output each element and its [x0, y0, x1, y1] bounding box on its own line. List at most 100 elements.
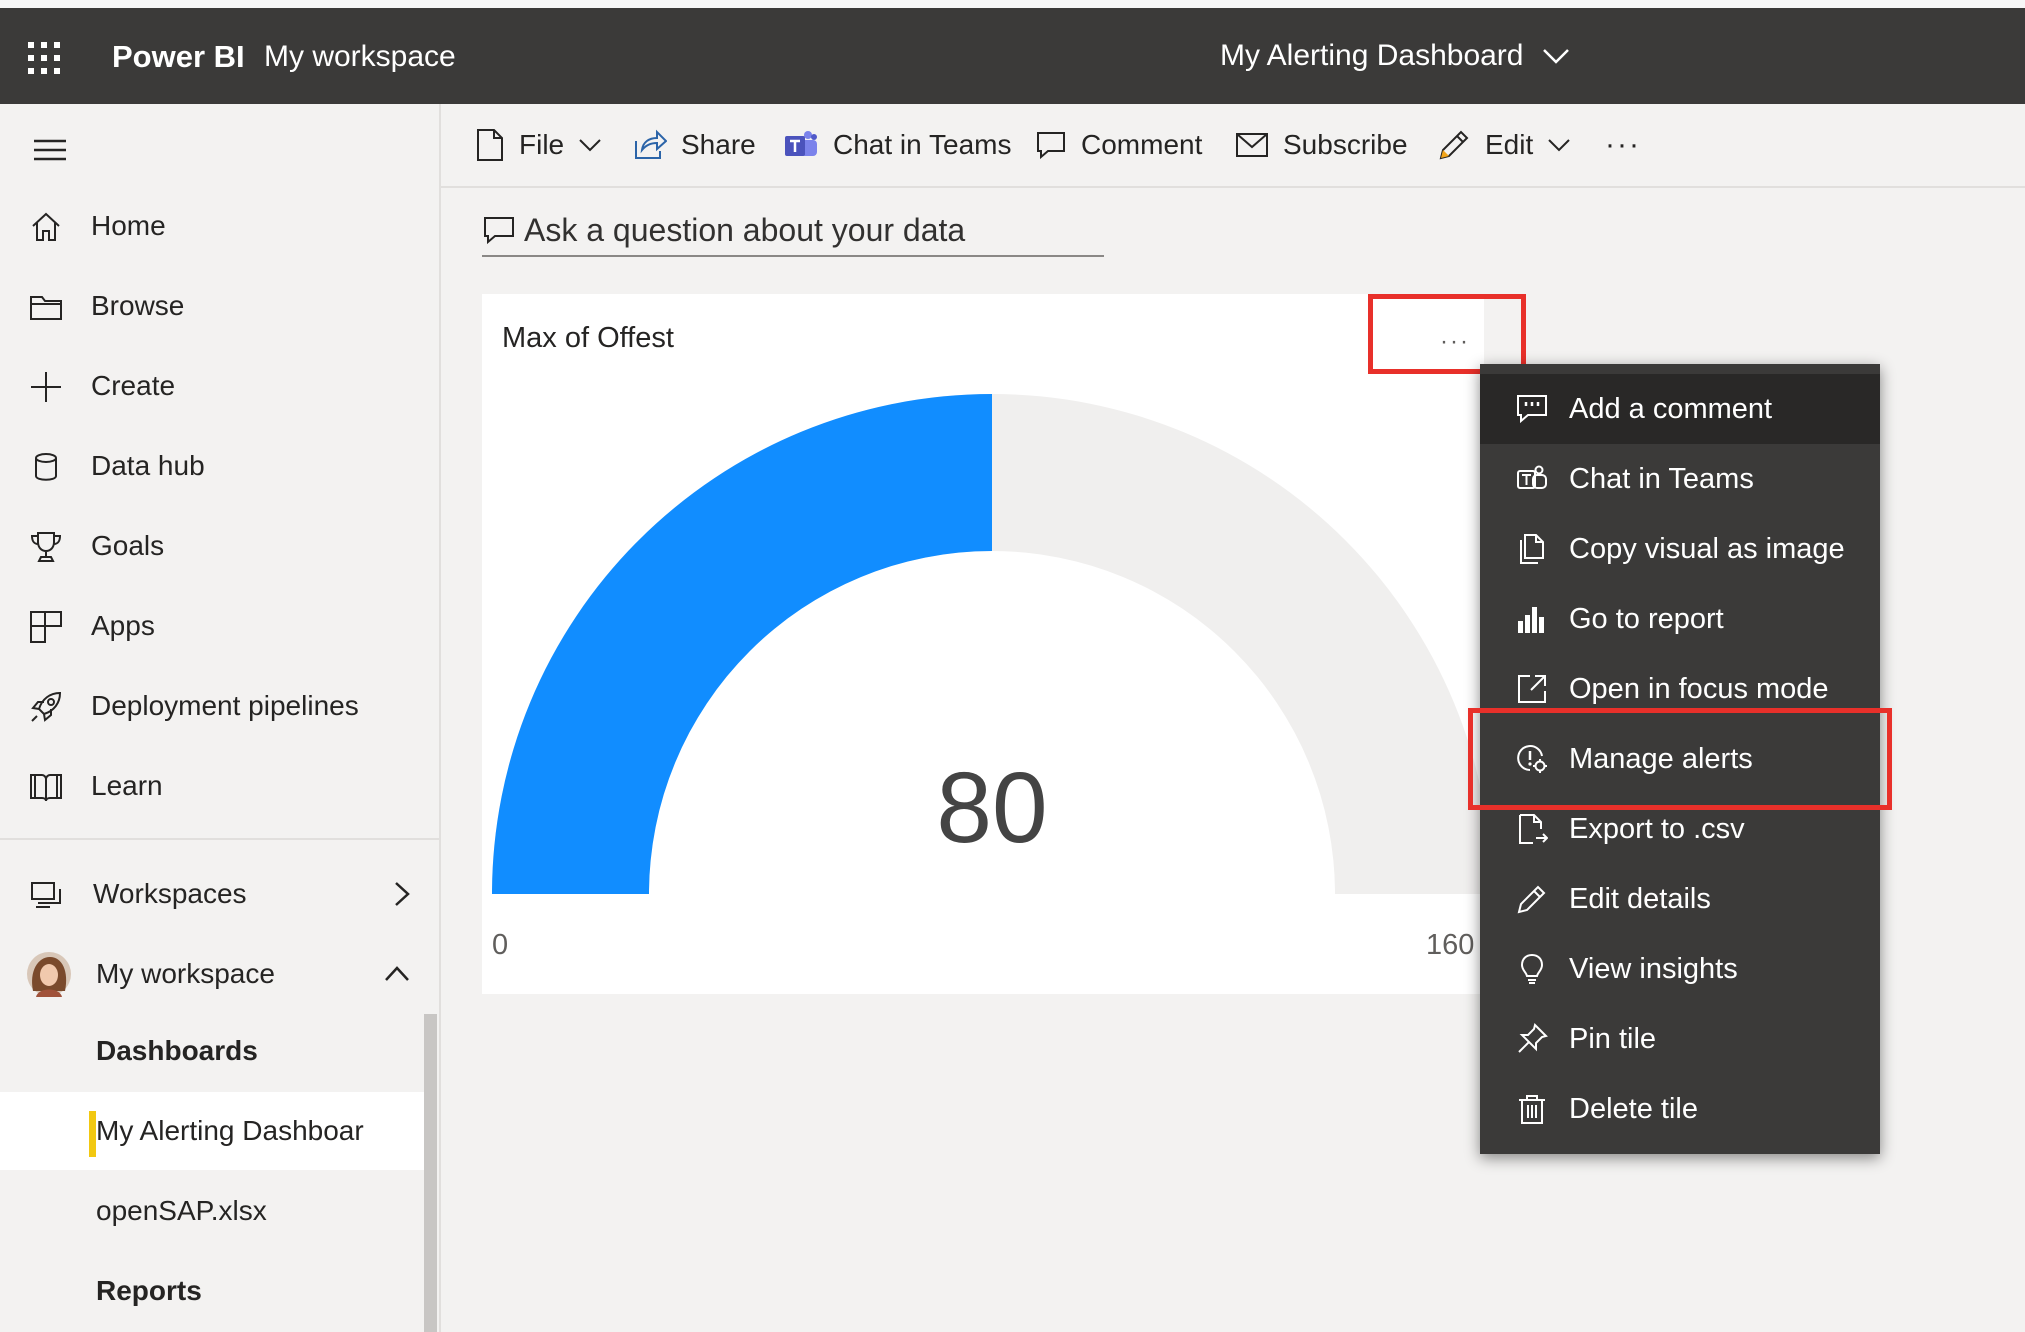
nav-item-data-hub[interactable]: Data hub [0, 431, 439, 501]
section-header-label: Reports [96, 1275, 202, 1306]
menu-item-label: Delete tile [1569, 1092, 1698, 1125]
highlight-box-more-options [1368, 294, 1526, 374]
chevron-down-icon [579, 139, 601, 152]
nav-divider [0, 838, 439, 840]
export-icon [1519, 814, 1548, 844]
top-app-bar: Power BI My workspace My Alerting Dashbo… [0, 8, 2025, 104]
lightbulb-icon [1520, 953, 1544, 984]
product-name[interactable]: Power BI [112, 34, 245, 80]
chat-in-teams-label: Chat in Teams [833, 129, 1012, 160]
chevron-up-icon [385, 966, 409, 981]
nav-item-workspaces[interactable]: Workspaces [0, 859, 439, 929]
nav-item-goals[interactable]: Goals [0, 511, 439, 581]
selected-indicator [89, 1111, 96, 1157]
menu-item-view-insights[interactable]: View insights [1480, 934, 1880, 1004]
comment-icon [1517, 395, 1547, 424]
hamburger-menu-icon[interactable] [30, 132, 70, 168]
dashboard-title: My Alerting Dashboard [1220, 39, 1524, 72]
nav-item-label: Learn [91, 770, 163, 801]
menu-item-label: Chat in Teams [1569, 462, 1754, 495]
menu-item-label: Copy visual as image [1569, 532, 1845, 565]
share-label: Share [681, 129, 756, 160]
mail-icon [1236, 133, 1268, 157]
gauge-min-label: 0 [492, 929, 508, 961]
menu-item-label: Add a comment [1569, 392, 1773, 425]
edit-label: Edit [1485, 129, 1534, 160]
comment-button[interactable]: Comment [1035, 104, 1202, 186]
nav-item-my-workspace[interactable]: My workspace [0, 939, 439, 1009]
menu-item-label: View insights [1569, 952, 1738, 985]
subscribe-button[interactable]: Subscribe [1235, 104, 1408, 186]
menu-item-label: Go to report [1569, 602, 1724, 635]
qna-input[interactable]: Ask a question about your data [482, 205, 1104, 257]
gauge-chart: 80 0 160 [492, 394, 1484, 961]
gauge-value-arc [492, 394, 992, 894]
app-launcher-icon[interactable] [22, 36, 66, 80]
nav-item-opensap-xlsx[interactable]: openSAP.xlsx [0, 1172, 424, 1250]
dashboards-section-header: Dashboards [0, 1012, 424, 1090]
chevron-right-icon [395, 882, 410, 906]
nav-item-label: Create [91, 370, 176, 401]
qna-placeholder: Ask a question about your data [524, 211, 966, 248]
more-options-label: ··· [1605, 128, 1641, 161]
nav-item-home[interactable]: Home [0, 191, 439, 261]
comment-icon [484, 217, 514, 245]
menu-item-delete-tile[interactable]: Delete tile [1480, 1074, 1880, 1144]
left-navigation-pane: Home Browse Create Data hub Goals Apps D… [0, 104, 441, 1332]
nav-item-my-alerting-dashboard[interactable]: My Alerting Dashboar [0, 1092, 424, 1170]
menu-item-copy-visual-as-image[interactable]: Copy visual as image [1480, 514, 1880, 584]
nav-item-create[interactable]: Create [0, 351, 439, 421]
trash-icon [1519, 1095, 1545, 1124]
menu-item-pin-tile[interactable]: Pin tile [1480, 1004, 1880, 1074]
share-button[interactable]: Share [633, 104, 756, 186]
nav-item-deployment-pipelines[interactable]: Deployment pipelines [0, 671, 439, 741]
plus-icon [31, 372, 61, 402]
home-icon [32, 212, 60, 241]
window-top-edge [0, 0, 2025, 8]
nav-item-label: My Alerting Dashboar [96, 1115, 364, 1146]
menu-item-label: Pin tile [1569, 1022, 1657, 1055]
workspaces-icon [31, 882, 61, 908]
avatar [27, 952, 71, 997]
section-header-label: Dashboards [96, 1035, 258, 1066]
teams-icon [1517, 465, 1547, 489]
nav-item-label: Home [91, 210, 166, 241]
teams-icon [785, 131, 817, 156]
comment-icon [1037, 132, 1065, 160]
nav-item-label: Browse [91, 290, 185, 321]
menu-item-chat-in-teams[interactable]: Chat in Teams [1480, 444, 1880, 514]
pencil-icon [1439, 130, 1469, 160]
menu-item-edit-details[interactable]: Edit details [1480, 864, 1880, 934]
nav-item-label: Data hub [91, 450, 205, 481]
copy-icon [1520, 534, 1544, 564]
database-icon [35, 453, 57, 481]
workspace-breadcrumb[interactable]: My workspace [264, 34, 456, 80]
menu-item-label: Export to .csv [1569, 812, 1745, 845]
more-options-button[interactable]: ··· [1605, 104, 1641, 186]
nav-item-label: Apps [91, 610, 155, 641]
chevron-down-icon [1548, 139, 1570, 152]
reports-section-header: Reports [0, 1252, 424, 1330]
file-icon [477, 129, 503, 161]
nav-item-label: Goals [91, 530, 165, 561]
share-icon [635, 129, 667, 159]
nav-item-label: Workspaces [93, 878, 247, 909]
chat-in-teams-button[interactable]: Chat in Teams [783, 104, 1011, 186]
nav-item-label: openSAP.xlsx [96, 1195, 267, 1226]
edit-menu-button[interactable]: Edit [1437, 104, 1571, 186]
nav-scrollbar[interactable] [424, 1014, 437, 1332]
focus-mode-icon [1518, 675, 1546, 703]
nav-item-apps[interactable]: Apps [0, 591, 439, 661]
bar-chart-icon [1518, 607, 1544, 633]
nav-item-browse[interactable]: Browse [0, 271, 439, 341]
file-label: File [519, 129, 565, 160]
apps-icon [30, 611, 62, 643]
menu-item-add-a-comment[interactable]: Add a comment [1480, 374, 1880, 444]
menu-item-label: Open in focus mode [1569, 672, 1829, 705]
chevron-down-icon [1542, 49, 1569, 64]
file-menu-button[interactable]: File [475, 104, 602, 186]
menu-item-go-to-report[interactable]: Go to report [1480, 584, 1880, 654]
nav-item-learn[interactable]: Learn [0, 751, 439, 821]
gauge-value-label: 80 [936, 752, 1047, 864]
dashboard-title-dropdown[interactable]: My Alerting Dashboard [1220, 30, 1570, 82]
